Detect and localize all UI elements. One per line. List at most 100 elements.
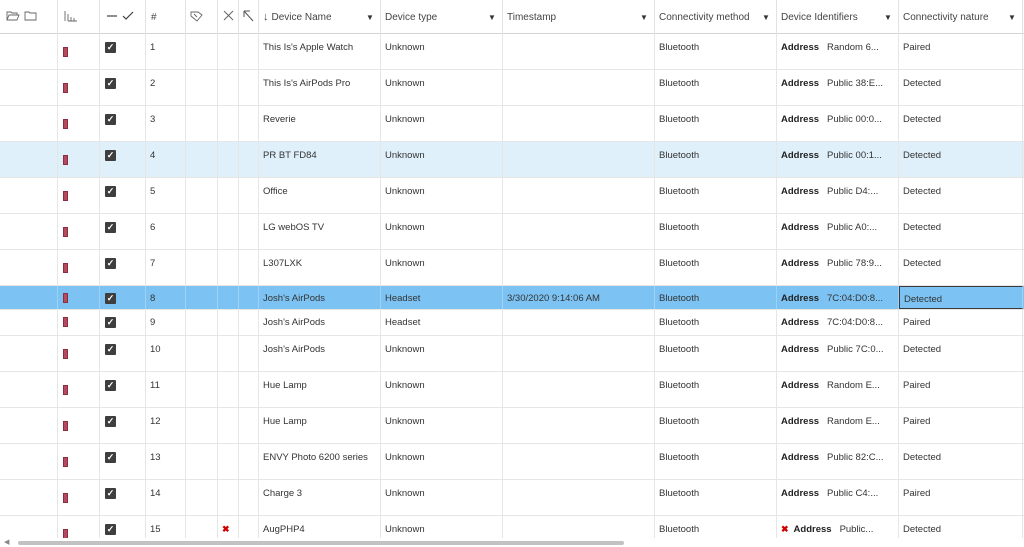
cell-checkbox[interactable]: ✓ <box>100 480 146 515</box>
cell-folder[interactable] <box>0 214 58 249</box>
scroll-left-arrow-icon[interactable]: ◀ <box>4 538 9 546</box>
filter-dropdown-icon[interactable]: ▼ <box>760 13 772 22</box>
cell-device-name[interactable]: Josh's AirPods <box>259 286 381 309</box>
cell-folder[interactable] <box>0 178 58 213</box>
table-row[interactable]: ✓ 12 Hue Lamp Unknown Bluetooth Address Random… <box>0 408 1024 444</box>
cell-folder[interactable] <box>0 250 58 285</box>
row-checkbox[interactable]: ✓ <box>105 114 116 125</box>
table-row[interactable]: ✓ 1 This Is's Apple Watch Unknown Bluetooth A… <box>0 34 1024 70</box>
cell-folder[interactable] <box>0 34 58 69</box>
cell-folder[interactable] <box>0 142 58 177</box>
cell-checkbox[interactable]: ✓ <box>100 516 146 538</box>
cell-checkbox[interactable]: ✓ <box>100 142 146 177</box>
cell-checkbox[interactable]: ✓ <box>100 250 146 285</box>
header-device-type[interactable]: Device type ▼ <box>381 0 503 34</box>
cell-folder[interactable] <box>0 70 58 105</box>
cell-folder[interactable] <box>0 408 58 443</box>
cell-checkbox[interactable]: ✓ <box>100 34 146 69</box>
row-checkbox[interactable]: ✓ <box>105 222 116 233</box>
cell-device-name[interactable]: Office <box>259 178 381 213</box>
row-checkbox[interactable]: ✓ <box>105 42 116 53</box>
cell-folder[interactable] <box>0 516 58 538</box>
filter-dropdown-icon[interactable]: ▼ <box>364 13 376 22</box>
cell-device-name[interactable]: Josh's AirPods <box>259 310 381 335</box>
table-row[interactable]: ✓ 10 Josh's AirPods Unknown Bluetooth Address… <box>0 336 1024 372</box>
cell-folder[interactable] <box>0 372 58 407</box>
table-row[interactable]: ✓ 14 Charge 3 Unknown Bluetooth Address Public… <box>0 480 1024 516</box>
filter-dropdown-icon[interactable]: ▼ <box>638 13 650 22</box>
cell-device-name[interactable]: This Is's AirPods Pro <box>259 70 381 105</box>
header-folders[interactable] <box>0 0 58 34</box>
filter-dropdown-icon[interactable]: ▼ <box>882 13 894 22</box>
cell-device-name[interactable]: Charge 3 <box>259 480 381 515</box>
cell-device-name[interactable]: Hue Lamp <box>259 408 381 443</box>
header-connectivity-nature[interactable]: Connectivity nature ▼ <box>899 0 1023 34</box>
row-checkbox[interactable]: ✓ <box>105 416 116 427</box>
check-icon[interactable] <box>122 10 134 25</box>
cell-device-name[interactable]: Josh's AirPods <box>259 336 381 371</box>
cell-checkbox[interactable]: ✓ <box>100 408 146 443</box>
cell-device-name[interactable]: ENVY Photo 6200 series <box>259 444 381 479</box>
table-row[interactable]: ✓ 8 Josh's AirPods Headset 3/30/2020 9:14:06… <box>0 286 1024 310</box>
header-timestamp[interactable]: Timestamp ▼ <box>503 0 655 34</box>
header-status[interactable] <box>58 0 100 34</box>
row-checkbox[interactable]: ✓ <box>105 150 116 161</box>
cell-device-name[interactable]: LG webOS TV <box>259 214 381 249</box>
row-checkbox[interactable]: ✓ <box>105 293 116 304</box>
cell-device-name[interactable]: L307LXK <box>259 250 381 285</box>
cell-checkbox[interactable]: ✓ <box>100 286 146 309</box>
header-device-identifiers[interactable]: Device Identifiers ▼ <box>777 0 899 34</box>
header-error[interactable] <box>218 0 239 34</box>
table-row[interactable]: ✓ 9 Josh's AirPods Headset Bluetooth Address 7… <box>0 310 1024 336</box>
cell-device-name[interactable]: Reverie <box>259 106 381 141</box>
cell-checkbox[interactable]: ✓ <box>100 178 146 213</box>
cell-device-name[interactable]: PR BT FD84 <box>259 142 381 177</box>
cell-checkbox[interactable]: ✓ <box>100 106 146 141</box>
header-connectivity-method[interactable]: Connectivity method ▼ <box>655 0 777 34</box>
row-checkbox[interactable]: ✓ <box>105 380 116 391</box>
cell-checkbox[interactable]: ✓ <box>100 70 146 105</box>
table-row[interactable]: ✓ 2 This Is's AirPods Pro Unknown Bluetooth A… <box>0 70 1024 106</box>
header-number[interactable]: # <box>146 0 186 34</box>
table-row[interactable]: ✓ 4 PR BT FD84 Unknown Bluetooth Address Publi… <box>0 142 1024 178</box>
filter-dropdown-icon[interactable]: ▼ <box>486 13 498 22</box>
cell-checkbox[interactable]: ✓ <box>100 310 146 335</box>
row-checkbox[interactable]: ✓ <box>105 78 116 89</box>
cell-device-name[interactable]: This Is's Apple Watch <box>259 34 381 69</box>
row-checkbox[interactable]: ✓ <box>105 452 116 463</box>
table-row[interactable]: ✓ 5 Office Unknown Bluetooth Address Public D4… <box>0 178 1024 214</box>
table-row[interactable]: ✓ 6 LG webOS TV Unknown Bluetooth Address Publ… <box>0 214 1024 250</box>
scrollbar-thumb[interactable] <box>18 541 624 545</box>
cell-folder[interactable] <box>0 106 58 141</box>
row-checkbox[interactable]: ✓ <box>105 524 116 535</box>
cell-device-name[interactable]: AugPHP4 <box>259 516 381 538</box>
cell-checkbox[interactable]: ✓ <box>100 444 146 479</box>
row-checkbox[interactable]: ✓ <box>105 186 116 197</box>
row-checkbox[interactable]: ✓ <box>105 317 116 328</box>
row-checkbox[interactable]: ✓ <box>105 258 116 269</box>
cell-device-name[interactable]: Hue Lamp <box>259 372 381 407</box>
cell-folder[interactable] <box>0 480 58 515</box>
horizontal-scrollbar[interactable]: ◀ <box>0 538 1024 547</box>
table-row[interactable]: ✓ 13 ENVY Photo 6200 series Unknown Bluetoot… <box>0 444 1024 480</box>
header-cursor[interactable] <box>239 0 259 34</box>
table-row[interactable]: ✓ 11 Hue Lamp Unknown Bluetooth Address Random… <box>0 372 1024 408</box>
collapse-dash-icon[interactable] <box>106 10 118 25</box>
table-row[interactable]: ✓ 7 L307LXK Unknown Bluetooth Address Public 7… <box>0 250 1024 286</box>
cell-folder[interactable] <box>0 336 58 371</box>
cell-checkbox[interactable]: ✓ <box>100 372 146 407</box>
cell-checkbox[interactable]: ✓ <box>100 336 146 371</box>
cell-checkbox[interactable]: ✓ <box>100 214 146 249</box>
row-checkbox[interactable]: ✓ <box>105 344 116 355</box>
table-row[interactable]: ✓ 3 Reverie Unknown Bluetooth Address Public 0… <box>0 106 1024 142</box>
row-checkbox[interactable]: ✓ <box>105 488 116 499</box>
cell-folder[interactable] <box>0 310 58 335</box>
filter-dropdown-icon[interactable]: ▼ <box>1006 13 1018 22</box>
header-check[interactable] <box>100 0 146 34</box>
cell-folder[interactable] <box>0 286 58 309</box>
header-tag[interactable] <box>186 0 218 34</box>
folder-icon[interactable] <box>24 10 37 25</box>
cell-folder[interactable] <box>0 444 58 479</box>
table-row[interactable]: ✓ 15 ✖ AugPHP4 Unknown Bluetooth ✖ Address Publi… <box>0 516 1024 538</box>
header-device-name[interactable]: ↓ Device Name ▼ <box>259 0 381 34</box>
